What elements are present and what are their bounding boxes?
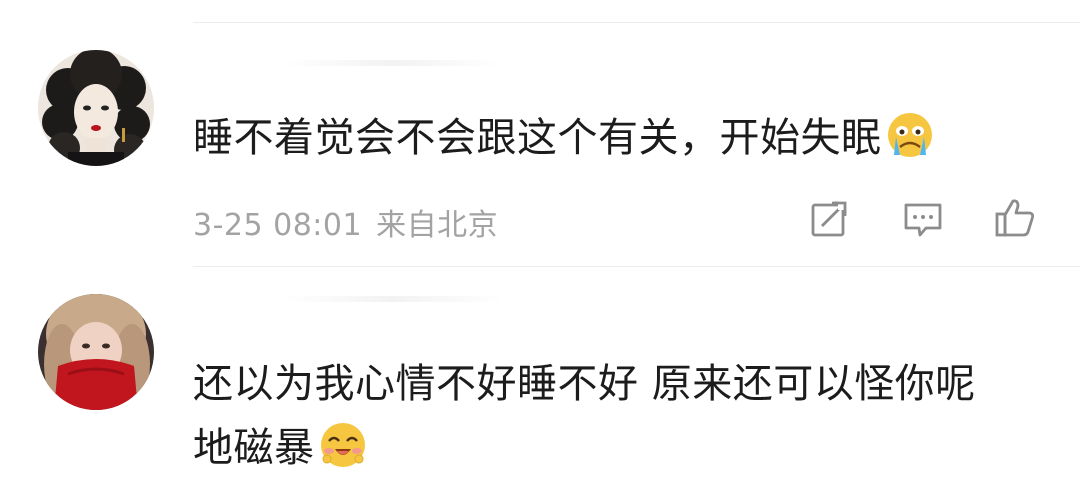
like-icon[interactable]: [994, 196, 1036, 238]
comment-item: 还以为我心情不好睡不好 原来还可以怪你呢 地磁暴: [0, 266, 1080, 483]
comment-date: 3-25 08:01: [193, 208, 363, 243]
comment-text-line: 还以为我心情不好睡不好 原来还可以怪你呢: [193, 361, 976, 407]
avatar[interactable]: [38, 294, 154, 410]
comment-item: 睡不着觉会不会跟这个有关，开始失眠 3-25 08:01 来自北京: [0, 0, 1080, 266]
share-icon[interactable]: [808, 198, 850, 240]
blushing-smile-emoji: [319, 421, 367, 469]
username-placeholder: [283, 296, 503, 302]
comment-text-line: 地磁暴: [193, 416, 1020, 480]
comment-meta: 3-25 08:01 来自北京: [193, 200, 512, 244]
comment-icon[interactable]: [902, 198, 944, 240]
comment-text: 还以为我心情不好睡不好 原来还可以怪你呢 地磁暴: [193, 352, 1020, 480]
comment-location: 来自北京: [376, 208, 499, 243]
comment-text: 睡不着觉会不会跟这个有关，开始失眠: [193, 106, 1020, 170]
crying-face-emoji: [886, 111, 934, 159]
avatar[interactable]: [38, 50, 154, 166]
username-placeholder: [283, 60, 503, 66]
